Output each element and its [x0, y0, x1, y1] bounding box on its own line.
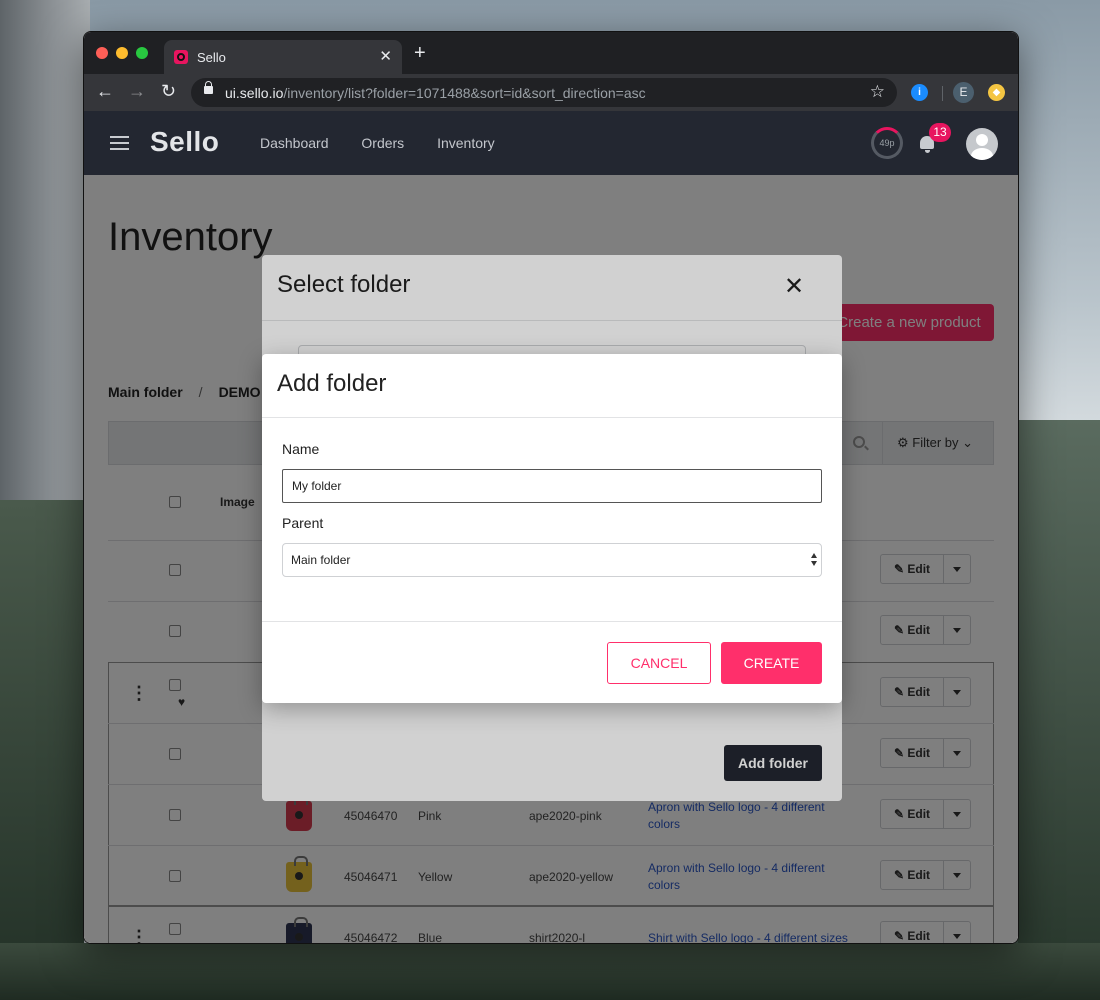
toolbar-divider [942, 86, 943, 101]
sello-logo[interactable]: Sello [150, 126, 219, 158]
parent-label: Parent [282, 515, 324, 531]
minimize-window-button[interactable] [116, 47, 128, 59]
parent-folder-select[interactable]: Main folder [282, 543, 822, 577]
reload-icon[interactable]: ↻ [161, 82, 176, 100]
new-tab-icon[interactable]: + [414, 43, 426, 63]
parent-select-value: Main folder [291, 553, 351, 567]
add-folder-modal: Add folder Name Parent Main folder CANCE… [262, 354, 842, 703]
main-nav: Dashboard Orders Inventory [260, 135, 524, 151]
app-header: Sello Dashboard Orders Inventory 49p 13 [84, 111, 1018, 175]
tab-title: Sello [197, 50, 226, 65]
close-window-button[interactable] [96, 47, 108, 59]
nav-dashboard[interactable]: Dashboard [260, 135, 329, 151]
browser-tab[interactable]: Sello ✕ [164, 40, 402, 74]
background-trees-right [1018, 420, 1100, 1000]
add-folder-title: Add folder [277, 370, 387, 397]
app-content: Sello Dashboard Orders Inventory 49p 13 … [84, 111, 1018, 943]
password-manager-icon[interactable]: i [911, 84, 928, 101]
lock-icon [204, 81, 213, 94]
browser-toolbar: ← → ↻ ui.sello.io/inventory/list?folder=… [84, 74, 1018, 111]
close-tab-icon[interactable]: ✕ [379, 47, 392, 65]
extension-icon[interactable]: ◆ [988, 84, 1005, 101]
nav-orders[interactable]: Orders [361, 135, 404, 151]
address-bar[interactable]: ui.sello.io/inventory/list?folder=107148… [191, 78, 897, 107]
maximize-window-button[interactable] [136, 47, 148, 59]
forward-icon[interactable]: → [128, 82, 146, 100]
add-folder-header: Add folder [262, 354, 842, 418]
tab-bar: Sello ✕ + [84, 32, 1018, 74]
select-arrows-icon [811, 553, 817, 567]
modal-footer-divider [262, 621, 842, 622]
name-label: Name [282, 441, 320, 457]
folder-name-input[interactable] [282, 469, 822, 503]
browser-window: Sello ✕ + ← → ↻ ui.sello.io/inventory/li… [83, 31, 1019, 944]
sello-favicon-icon [174, 50, 188, 64]
back-icon[interactable]: ← [96, 82, 114, 100]
usage-indicator[interactable]: 49p [871, 127, 903, 159]
nav-inventory[interactable]: Inventory [437, 135, 495, 151]
background-trees-left [0, 500, 84, 1000]
profile-avatar[interactable]: E [953, 82, 974, 103]
bookmark-star-icon[interactable]: ☆ [870, 82, 885, 102]
menu-icon[interactable] [110, 136, 129, 150]
user-avatar[interactable] [966, 128, 998, 160]
url-text: ui.sello.io/inventory/list?folder=107148… [225, 85, 646, 101]
background-trees-bottom [0, 943, 1100, 1000]
notification-badge: 13 [929, 123, 951, 142]
cancel-button[interactable]: CANCEL [607, 642, 711, 684]
create-button[interactable]: CREATE [721, 642, 822, 684]
